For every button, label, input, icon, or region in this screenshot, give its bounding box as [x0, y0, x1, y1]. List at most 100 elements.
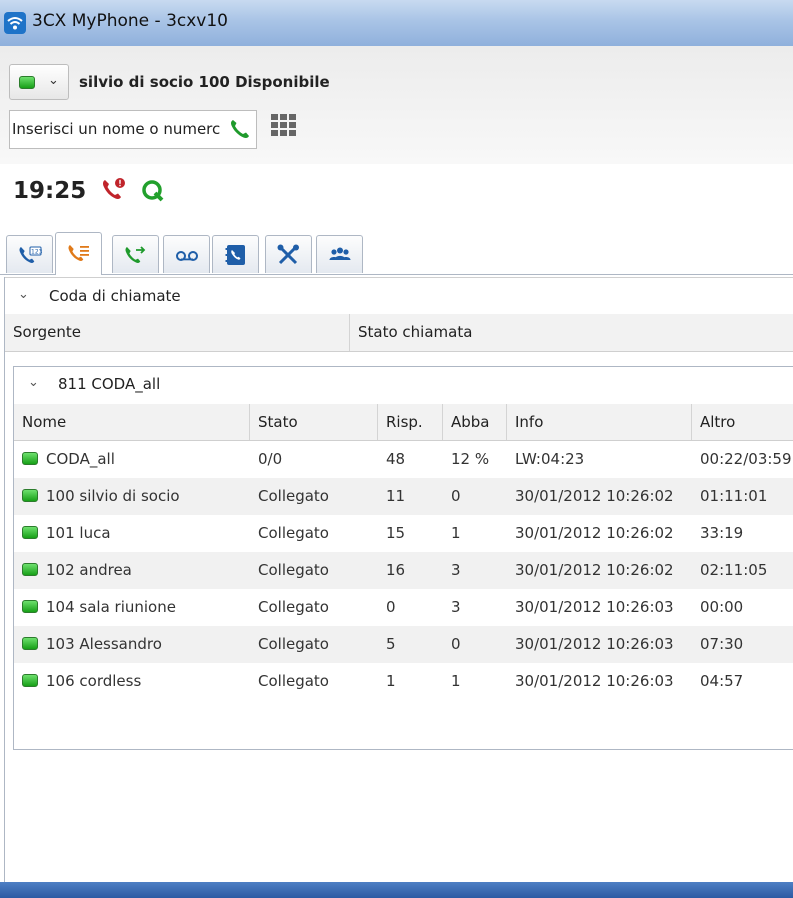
column-header-name[interactable]: Nome: [14, 404, 250, 440]
call-icon[interactable]: [228, 117, 252, 141]
agent-name: 100 silvio di socio: [46, 487, 180, 505]
table-row[interactable]: 101 luca Collegato 15 1 30/01/2012 10:26…: [14, 515, 793, 552]
cell-info: 30/01/2012 10:26:02: [515, 561, 674, 579]
cell-status: Collegato: [258, 524, 329, 542]
cell-answered: 1: [386, 672, 396, 690]
cell-other: 04:57: [700, 672, 744, 690]
cell-abandoned: 1: [451, 672, 461, 690]
chevron-down-icon[interactable]: ⌄: [28, 375, 39, 390]
cell-name: 101 luca: [14, 515, 250, 552]
cell-abandoned: 12 %: [451, 450, 490, 468]
status-led-icon: [22, 637, 38, 650]
chevron-down-icon[interactable]: ⌄: [18, 287, 29, 302]
column-header-answered[interactable]: Risp.: [378, 404, 443, 440]
table-row[interactable]: 100 silvio di socio Collegato 11 0 30/01…: [14, 478, 793, 515]
cell-answered: 0: [386, 598, 396, 616]
cell-name: CODA_all: [14, 441, 250, 478]
settings-tools-icon: [277, 244, 299, 265]
queue-group-title: Coda di chiamate: [49, 287, 181, 305]
table-row[interactable]: 103 Alessandro Collegato 5 0 30/01/2012 …: [14, 626, 793, 663]
cell-info: LW:04:23: [515, 450, 585, 468]
cell-info: 30/01/2012 10:26:03: [515, 672, 674, 690]
status-led-icon: [22, 600, 38, 613]
cell-answered: 5: [386, 635, 396, 653]
tab-voicemail[interactable]: [163, 235, 210, 273]
presence-status-button[interactable]: ⌄: [9, 64, 69, 100]
main-tabbar: 123: [0, 218, 793, 275]
column-header-call-state[interactable]: Stato chiamata: [350, 314, 793, 351]
status-led-icon: [19, 76, 35, 89]
cell-status: Collegato: [258, 561, 329, 579]
cell-answered: 16: [386, 561, 406, 579]
tab-dialpad[interactable]: 123: [6, 235, 53, 273]
svg-text:123: 123: [31, 249, 42, 256]
header-area: ⌄ silvio di socio 100 Disponibile: [0, 46, 793, 165]
cell-abandoned: 0: [451, 635, 461, 653]
app-client-area: ⌄ silvio di socio 100 Disponibile 19:25: [0, 46, 793, 882]
cell-status: Collegato: [258, 635, 329, 653]
clock: 19:25: [13, 178, 87, 204]
cell-answered: 48: [386, 450, 406, 468]
chevron-down-icon: ⌄: [48, 73, 59, 88]
cell-other: 00:00: [700, 598, 744, 616]
tab-transfer[interactable]: [112, 235, 159, 273]
column-header-other[interactable]: Altro: [692, 404, 793, 440]
cell-other: 02:11:05: [700, 561, 768, 579]
voicemail-icon: [176, 251, 198, 261]
call-list-icon: [68, 245, 89, 261]
cell-name: 100 silvio di socio: [14, 478, 250, 515]
queue-group-811: ⌄ 811 CODA_all Nome Stato Risp. Abba Inf…: [13, 366, 793, 750]
cell-status: Collegato: [258, 598, 329, 616]
column-header-info[interactable]: Info: [507, 404, 692, 440]
queue-table-header: Nome Stato Risp. Abba Info Altro: [14, 404, 793, 441]
cell-other: 07:30: [700, 635, 744, 653]
dialpad-icon[interactable]: [270, 112, 298, 142]
cell-other: 33:19: [700, 524, 744, 542]
window-titlebar[interactable]: 3CX MyPhone - 3cxv10: [0, 0, 793, 46]
missed-calls-icon[interactable]: [101, 176, 127, 204]
agent-name: CODA_all: [46, 450, 115, 468]
column-header-status[interactable]: Stato: [250, 404, 378, 440]
queue-header[interactable]: ⌄ 811 CODA_all: [14, 367, 793, 401]
queue-title: 811 CODA_all: [58, 375, 161, 393]
status-strip: 19:25: [0, 164, 793, 219]
user-status-label: silvio di socio 100 Disponibile: [79, 73, 330, 91]
cell-abandoned: 3: [451, 561, 461, 579]
tab-call-history[interactable]: [55, 232, 102, 275]
phonebook-icon: [225, 245, 245, 265]
tab-settings[interactable]: [265, 235, 312, 273]
status-led-icon: [22, 526, 38, 539]
agent-name: 102 andrea: [46, 561, 132, 579]
search-box[interactable]: [9, 110, 257, 149]
agent-name: 106 cordless: [46, 672, 142, 690]
table-row[interactable]: 104 sala riunione Collegato 0 3 30/01/20…: [14, 589, 793, 626]
call-transfer-icon: [125, 246, 146, 263]
cell-info: 30/01/2012 10:26:03: [515, 635, 674, 653]
cell-info: 30/01/2012 10:26:02: [515, 524, 674, 542]
cell-name: 106 cordless: [14, 663, 250, 700]
cell-name: 102 andrea: [14, 552, 250, 589]
table-row[interactable]: 106 cordless Collegato 1 1 30/01/2012 10…: [14, 663, 793, 700]
table-row[interactable]: 102 andrea Collegato 16 3 30/01/2012 10:…: [14, 552, 793, 589]
cell-answered: 11: [386, 487, 406, 505]
cell-name: 104 sala riunione: [14, 589, 250, 626]
queue-status-icon[interactable]: [140, 177, 166, 205]
tab-presence[interactable]: [316, 235, 363, 273]
status-led-icon: [22, 489, 38, 502]
cell-answered: 15: [386, 524, 406, 542]
tab-phonebook[interactable]: [212, 235, 259, 273]
table-row[interactable]: CODA_all 0/0 48 12 % LW:04:23 00:22/03:5…: [14, 441, 793, 478]
cell-status: 0/0: [258, 450, 283, 468]
cell-info: 30/01/2012 10:26:03: [515, 598, 674, 616]
cell-info: 30/01/2012 10:26:02: [515, 487, 674, 505]
dialpad-phone-icon: 123: [19, 246, 42, 263]
status-led-icon: [22, 563, 38, 576]
search-input[interactable]: [12, 117, 220, 141]
column-header-source[interactable]: Sorgente: [5, 314, 350, 351]
cell-status: Collegato: [258, 672, 329, 690]
window-title: 3CX MyPhone - 3cxv10: [32, 11, 228, 31]
queue-group-header[interactable]: ⌄ Coda di chiamate: [5, 277, 793, 315]
cell-name: 103 Alessandro: [14, 626, 250, 663]
column-header-abandoned[interactable]: Abba: [443, 404, 507, 440]
agent-name: 103 Alessandro: [46, 635, 162, 653]
